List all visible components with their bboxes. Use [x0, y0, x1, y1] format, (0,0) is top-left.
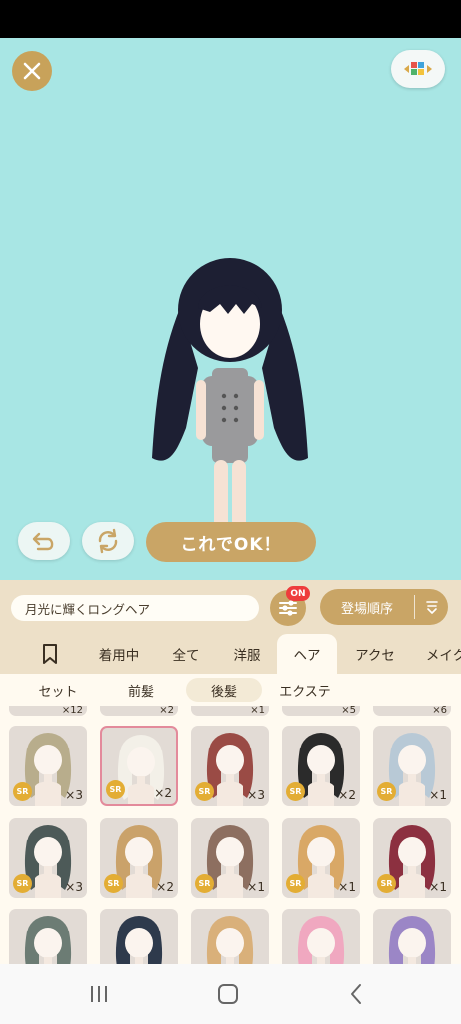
sort-label: 登場順序 [340, 601, 393, 617]
item-count: ×1 [247, 880, 265, 894]
avatar-character [152, 258, 308, 530]
item-count: ×2 [338, 788, 356, 802]
status-bar [0, 0, 461, 38]
rarity-badge: SR [104, 874, 123, 893]
avatar-stage: これでOK！ [0, 38, 461, 580]
item-count: ×1 [429, 788, 447, 802]
tab-makeup[interactable]: メイク [418, 634, 461, 674]
item-card[interactable] [100, 909, 178, 964]
item-card[interactable]: SR ×1 [373, 726, 451, 806]
item-count: ×2 [156, 880, 174, 894]
item-count: ×12 [61, 706, 83, 716]
sort-down-icon[interactable] [415, 599, 448, 615]
item-count: ×1 [250, 706, 265, 716]
item-card[interactable] [191, 909, 269, 964]
back-button[interactable] [336, 978, 376, 1010]
close-button[interactable] [12, 51, 52, 91]
item-card[interactable]: SR ×1 [282, 818, 360, 898]
subcategory-tabs: セット 前髪 後髪 エクステ [0, 674, 461, 706]
item-count: ×3 [247, 788, 265, 802]
tab-all[interactable]: 全て [160, 634, 212, 674]
tab-wearing[interactable]: 着用中 [88, 634, 150, 674]
undo-button[interactable] [18, 522, 70, 560]
category-tabs: 着用中 全て 洋服 ヘア アクセ メイク [0, 634, 461, 674]
subtab-extension[interactable]: エクステ [268, 678, 342, 702]
sort-button[interactable]: 登場順序 [320, 589, 448, 625]
rarity-badge: SR [106, 780, 125, 799]
item-card[interactable]: SR ×1 [373, 818, 451, 898]
rarity-badge: SR [286, 874, 305, 893]
item-card[interactable] [282, 909, 360, 964]
tab-accessory[interactable]: アクセ [344, 634, 406, 674]
hair-preview [297, 916, 345, 964]
system-nav-bar [0, 964, 461, 1024]
hair-preview [115, 916, 163, 964]
item-card[interactable]: SR ×2 [282, 726, 360, 806]
filter-on-badge: ON [286, 586, 310, 601]
reset-button[interactable] [82, 522, 134, 560]
undo-arrow-icon [32, 532, 54, 551]
item-count: ×2 [154, 786, 172, 800]
item-card[interactable]: SR ×3 [191, 726, 269, 806]
hair-preview [388, 916, 436, 964]
tab-clothes[interactable]: 洋服 [220, 634, 274, 674]
rarity-badge: SR [195, 874, 214, 893]
item-count: ×1 [429, 880, 447, 894]
item-count: ×1 [338, 880, 356, 894]
item-card[interactable] [9, 909, 87, 964]
rarity-badge: SR [377, 782, 396, 801]
hair-preview [206, 916, 254, 964]
tab-hair[interactable]: ヘア [277, 634, 337, 674]
back-icon [351, 984, 361, 1004]
rotate-icon [98, 528, 118, 554]
subtab-back-hair[interactable]: 後髪 [186, 678, 262, 702]
item-card-partial[interactable]: ×6 [373, 706, 451, 716]
rarity-badge: SR [13, 874, 32, 893]
rarity-badge: SR [195, 782, 214, 801]
menu-button[interactable] [391, 50, 445, 88]
item-count: ×3 [65, 880, 83, 894]
hair-preview [24, 916, 72, 964]
rarity-badge: SR [13, 782, 32, 801]
item-count: ×2 [159, 706, 174, 716]
subtab-set[interactable]: セット [22, 678, 94, 702]
subtab-front-hair[interactable]: 前髪 [108, 678, 174, 702]
close-icon [23, 62, 41, 80]
home-button[interactable] [208, 978, 248, 1010]
rarity-badge: SR [377, 874, 396, 893]
item-count: ×5 [341, 706, 356, 716]
item-card[interactable]: SR ×3 [9, 726, 87, 806]
item-card[interactable]: SR ×1 [191, 818, 269, 898]
home-icon [218, 984, 238, 1004]
recents-button[interactable] [79, 978, 119, 1010]
bookmark-icon [43, 644, 57, 664]
item-card-partial[interactable]: ×5 [282, 706, 360, 716]
item-card[interactable]: SR ×3 [9, 818, 87, 898]
item-card-partial[interactable]: ×12 [9, 706, 87, 716]
item-card-selected[interactable]: SR ×2 [100, 726, 178, 806]
item-name: 月光に輝くロングヘア [11, 595, 259, 621]
item-info-bar: 月光に輝くロングヘア ON 登場順序 [0, 580, 461, 634]
item-count: ×3 [65, 788, 83, 802]
colorful-blocks-icon [404, 62, 432, 75]
item-card[interactable]: SR ×2 [100, 818, 178, 898]
confirm-button[interactable]: これでOK！ [146, 522, 316, 562]
rarity-badge: SR [286, 782, 305, 801]
bookmark-tab[interactable] [30, 634, 70, 674]
item-card-partial[interactable]: ×2 [100, 706, 178, 716]
item-grid: ×12 ×2 ×1 ×5 ×6 SR ×3 SR ×2 SR ×3 SR ×2 SR ×1 SR ×3 SR ×2 S… [0, 706, 461, 964]
item-card-partial[interactable]: ×1 [191, 706, 269, 716]
item-count: ×6 [432, 706, 447, 716]
item-card[interactable] [373, 909, 451, 964]
recents-icon [91, 986, 107, 1002]
